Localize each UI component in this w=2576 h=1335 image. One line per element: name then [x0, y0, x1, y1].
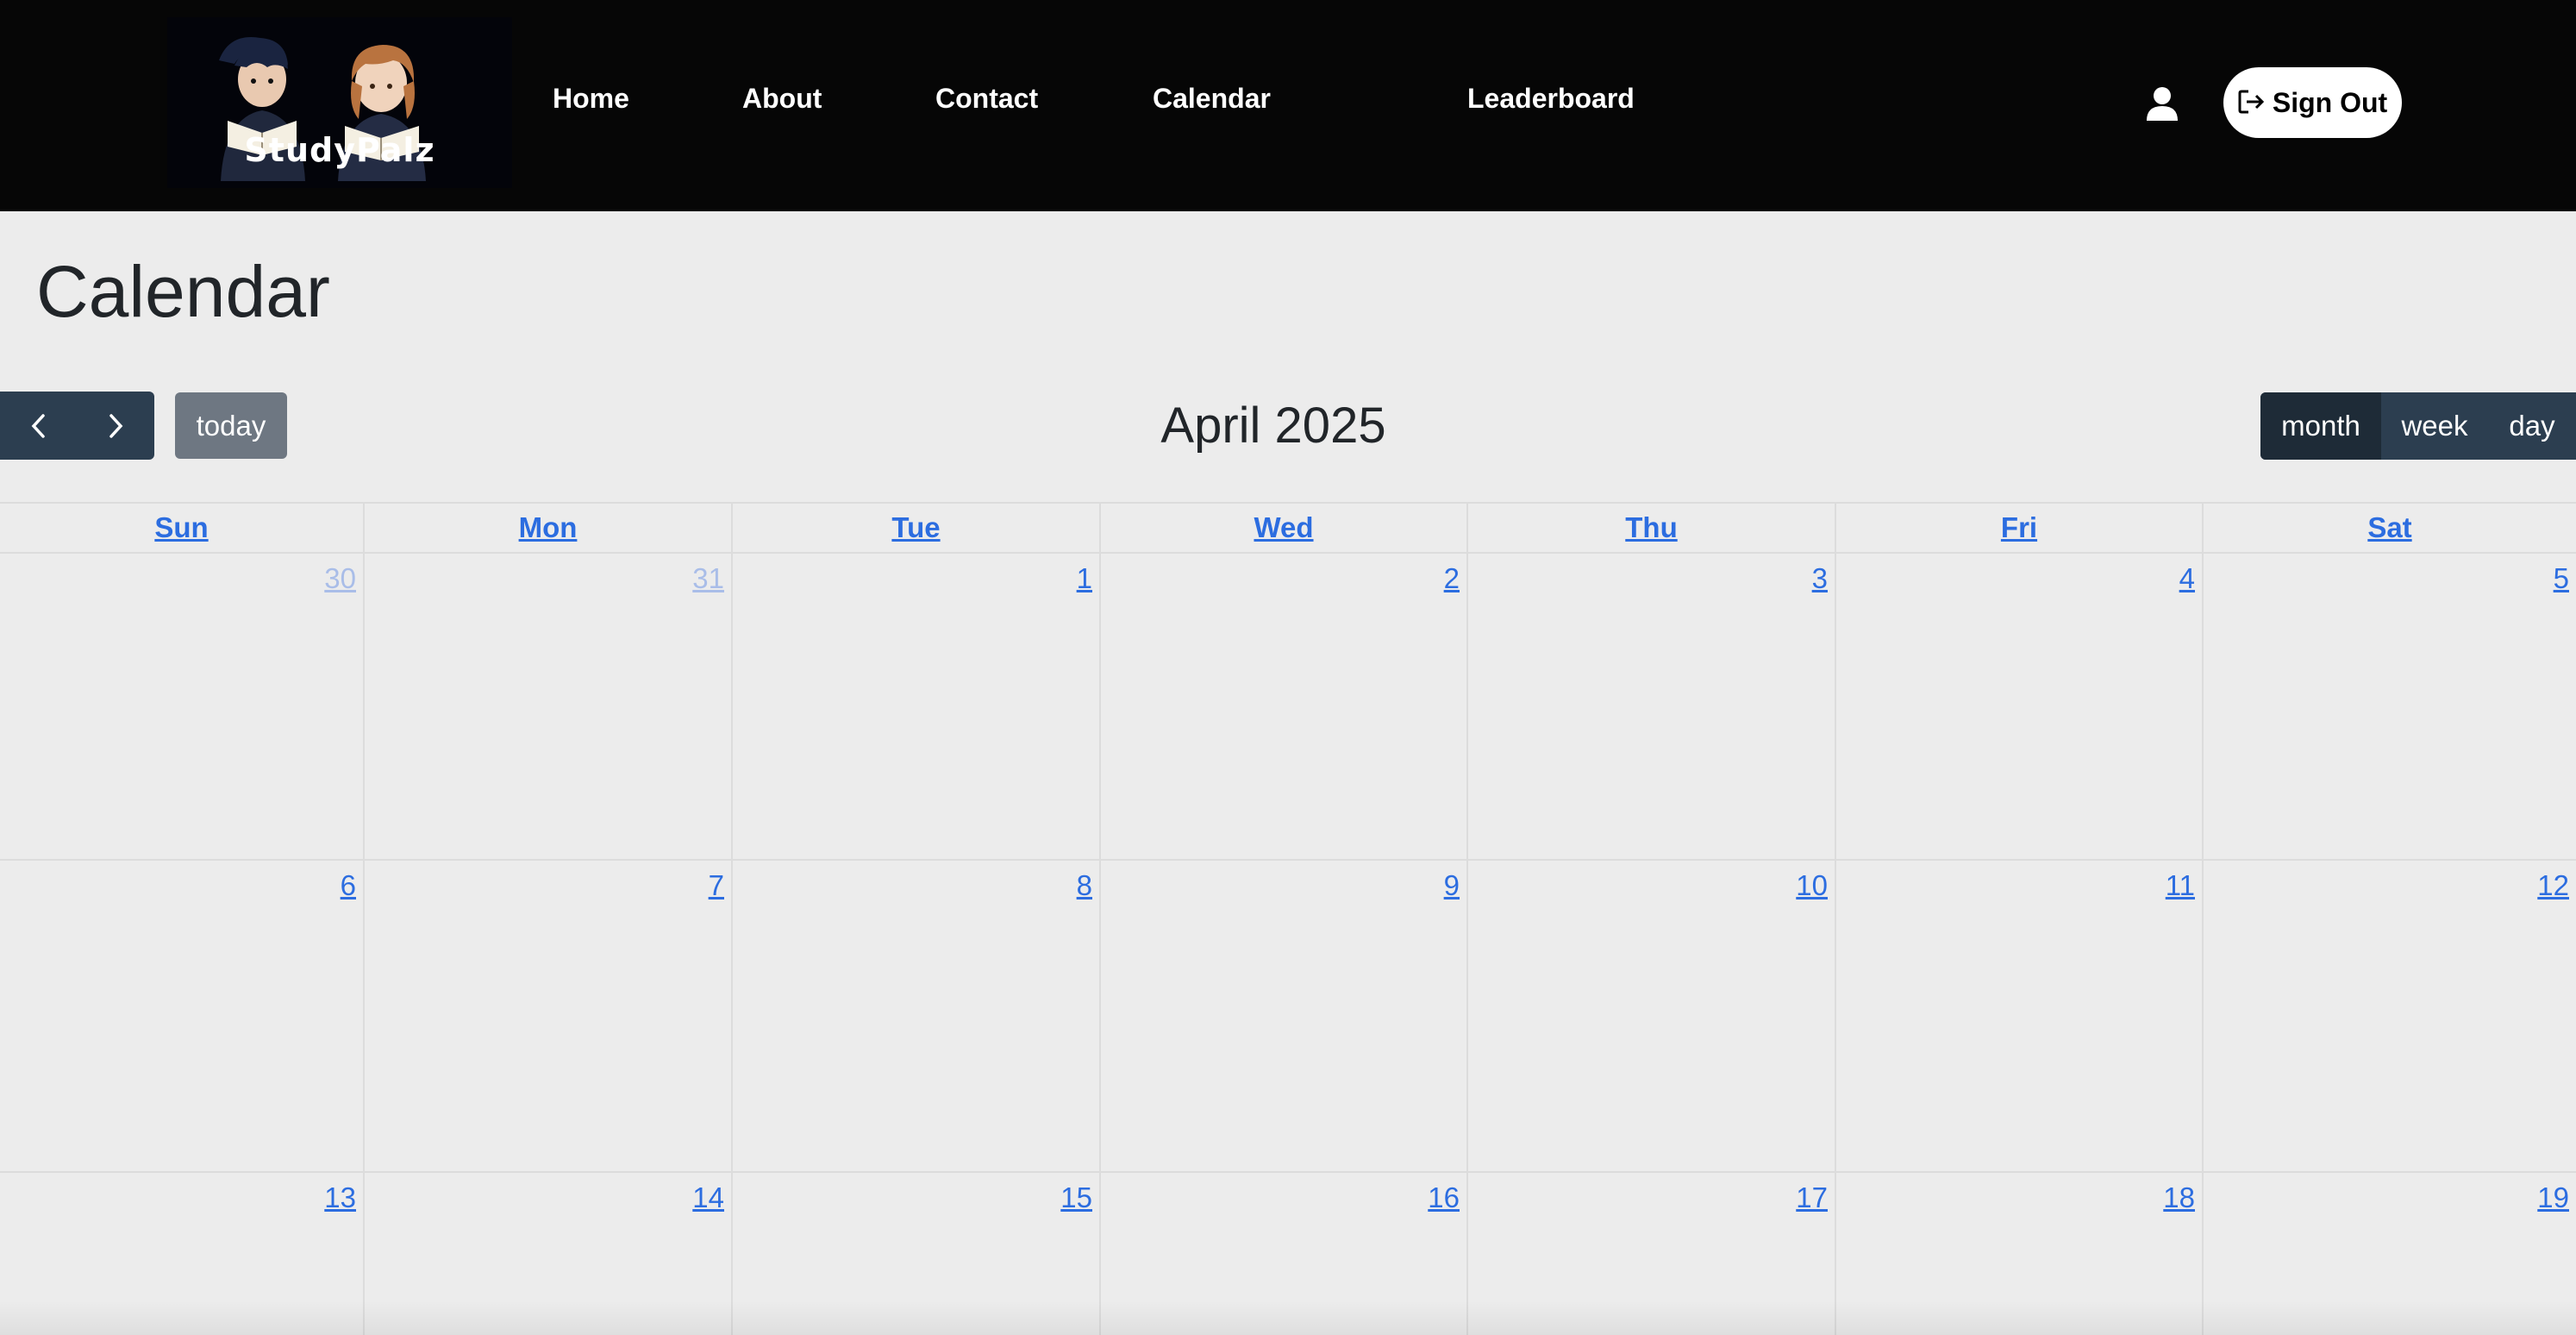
logo-text: StudyPalz — [244, 131, 435, 169]
day-cell[interactable]: 6 — [0, 861, 365, 1171]
prev-button[interactable] — [0, 392, 77, 460]
day-cell[interactable]: 14 — [365, 1173, 733, 1335]
day-cell[interactable]: 2 — [1101, 554, 1468, 859]
sign-out-label: Sign Out — [2272, 86, 2388, 118]
day-cell[interactable]: 8 — [733, 861, 1101, 1171]
day-number[interactable]: 8 — [1077, 869, 1092, 902]
weekday-fri[interactable]: Fri — [1836, 504, 2204, 552]
weekday-header: Sun Mon Tue Wed Thu Fri Sat — [0, 502, 2576, 554]
day-cell[interactable]: 3 — [1468, 554, 1836, 859]
nav-contact[interactable]: Contact — [935, 83, 1038, 115]
day-cell[interactable]: 30 — [0, 554, 365, 859]
day-cell[interactable]: 9 — [1101, 861, 1468, 1171]
view-day-button[interactable]: day — [2488, 392, 2576, 460]
day-cell[interactable]: 12 — [2204, 861, 2576, 1171]
day-cell[interactable]: 15 — [733, 1173, 1101, 1335]
day-cell[interactable]: 31 — [365, 554, 733, 859]
day-cell[interactable]: 17 — [1468, 1173, 1836, 1335]
today-button[interactable]: today — [175, 392, 287, 459]
week-row: 13 14 15 16 17 18 19 — [0, 1173, 2576, 1335]
nav-about[interactable]: About — [742, 83, 822, 115]
sign-out-button[interactable]: Sign Out — [2223, 67, 2402, 138]
weekday-wed[interactable]: Wed — [1101, 504, 1468, 552]
day-cell[interactable]: 4 — [1836, 554, 2204, 859]
day-cell[interactable]: 5 — [2204, 554, 2576, 859]
day-cell[interactable]: 18 — [1836, 1173, 2204, 1335]
day-number[interactable]: 12 — [2537, 869, 2569, 902]
prev-next-group — [0, 392, 154, 460]
weekday-sat[interactable]: Sat — [2204, 504, 2576, 552]
day-number[interactable]: 9 — [1444, 869, 1460, 902]
weekday-thu[interactable]: Thu — [1468, 504, 1836, 552]
day-number[interactable]: 15 — [1060, 1181, 1092, 1214]
day-cell[interactable]: 11 — [1836, 861, 2204, 1171]
calendar-grid: Sun Mon Tue Wed Thu Fri Sat 30 31 1 2 3 … — [0, 502, 2576, 1335]
day-number[interactable]: 31 — [692, 562, 724, 595]
day-number[interactable]: 30 — [324, 562, 356, 595]
sign-out-icon — [2238, 89, 2266, 117]
next-button[interactable] — [77, 392, 153, 460]
day-cell[interactable]: 1 — [733, 554, 1101, 859]
day-cell[interactable]: 19 — [2204, 1173, 2576, 1335]
week-row: 6 7 8 9 10 11 12 — [0, 861, 2576, 1173]
day-cell[interactable]: 13 — [0, 1173, 365, 1335]
page-title: Calendar — [36, 251, 330, 332]
day-number[interactable]: 18 — [2163, 1181, 2195, 1214]
day-number[interactable]: 2 — [1444, 562, 1460, 595]
weekday-sun[interactable]: Sun — [0, 504, 365, 552]
day-number[interactable]: 3 — [1812, 562, 1828, 595]
day-cell[interactable]: 10 — [1468, 861, 1836, 1171]
day-number[interactable]: 5 — [2554, 562, 2569, 595]
day-number[interactable]: 13 — [324, 1181, 356, 1214]
day-number[interactable]: 17 — [1796, 1181, 1828, 1214]
day-cell[interactable]: 16 — [1101, 1173, 1468, 1335]
day-number[interactable]: 19 — [2537, 1181, 2569, 1214]
day-number[interactable]: 4 — [2179, 562, 2195, 595]
view-month-button[interactable]: month — [2260, 392, 2381, 460]
weekday-mon[interactable]: Mon — [365, 504, 733, 552]
nav-home[interactable]: Home — [553, 83, 629, 115]
view-week-button[interactable]: week — [2381, 392, 2488, 460]
day-number[interactable]: 14 — [692, 1181, 724, 1214]
weekday-tue[interactable]: Tue — [733, 504, 1101, 552]
nav-leaderboard[interactable]: Leaderboard — [1467, 83, 1635, 115]
day-number[interactable]: 7 — [709, 869, 724, 902]
day-number[interactable]: 1 — [1077, 562, 1092, 595]
day-number[interactable]: 6 — [341, 869, 356, 902]
navbar: StudyPalz Home About Contact Calendar Le… — [0, 0, 2576, 211]
studypalz-logo[interactable]: StudyPalz — [167, 17, 512, 188]
chevron-left-icon — [31, 413, 45, 438]
week-row: 30 31 1 2 3 4 5 — [0, 554, 2576, 861]
day-cell[interactable]: 7 — [365, 861, 733, 1171]
day-number[interactable]: 16 — [1428, 1181, 1460, 1214]
nav-calendar[interactable]: Calendar — [1153, 83, 1271, 115]
chevron-right-icon — [109, 413, 122, 438]
calendar-title: April 2025 — [1160, 398, 1386, 454]
view-switcher: month week day — [2260, 392, 2576, 460]
day-number[interactable]: 11 — [2166, 869, 2195, 902]
user-icon[interactable] — [2145, 86, 2179, 121]
day-number[interactable]: 10 — [1796, 869, 1828, 902]
